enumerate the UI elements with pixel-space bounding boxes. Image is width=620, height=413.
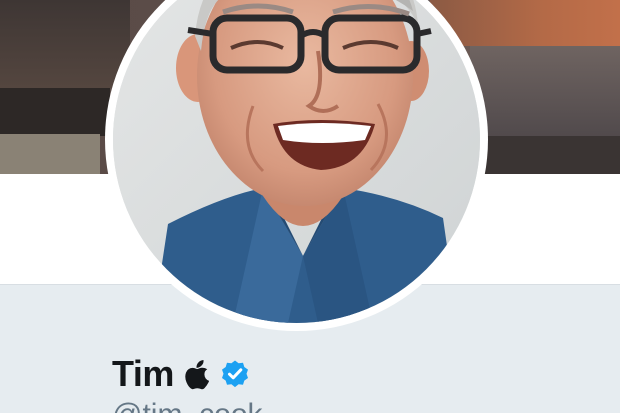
avatar-photo: [113, 0, 480, 323]
profile-page: Tim @tim_cook: [0, 0, 620, 413]
profile-name-row: Tim: [112, 352, 250, 396]
profile-handle[interactable]: @tim_cook: [112, 398, 263, 413]
profile-name: Tim: [112, 353, 174, 394]
apple-logo-icon: [184, 358, 212, 390]
avatar-image: [113, 0, 480, 323]
verified-badge-icon: [220, 359, 250, 389]
